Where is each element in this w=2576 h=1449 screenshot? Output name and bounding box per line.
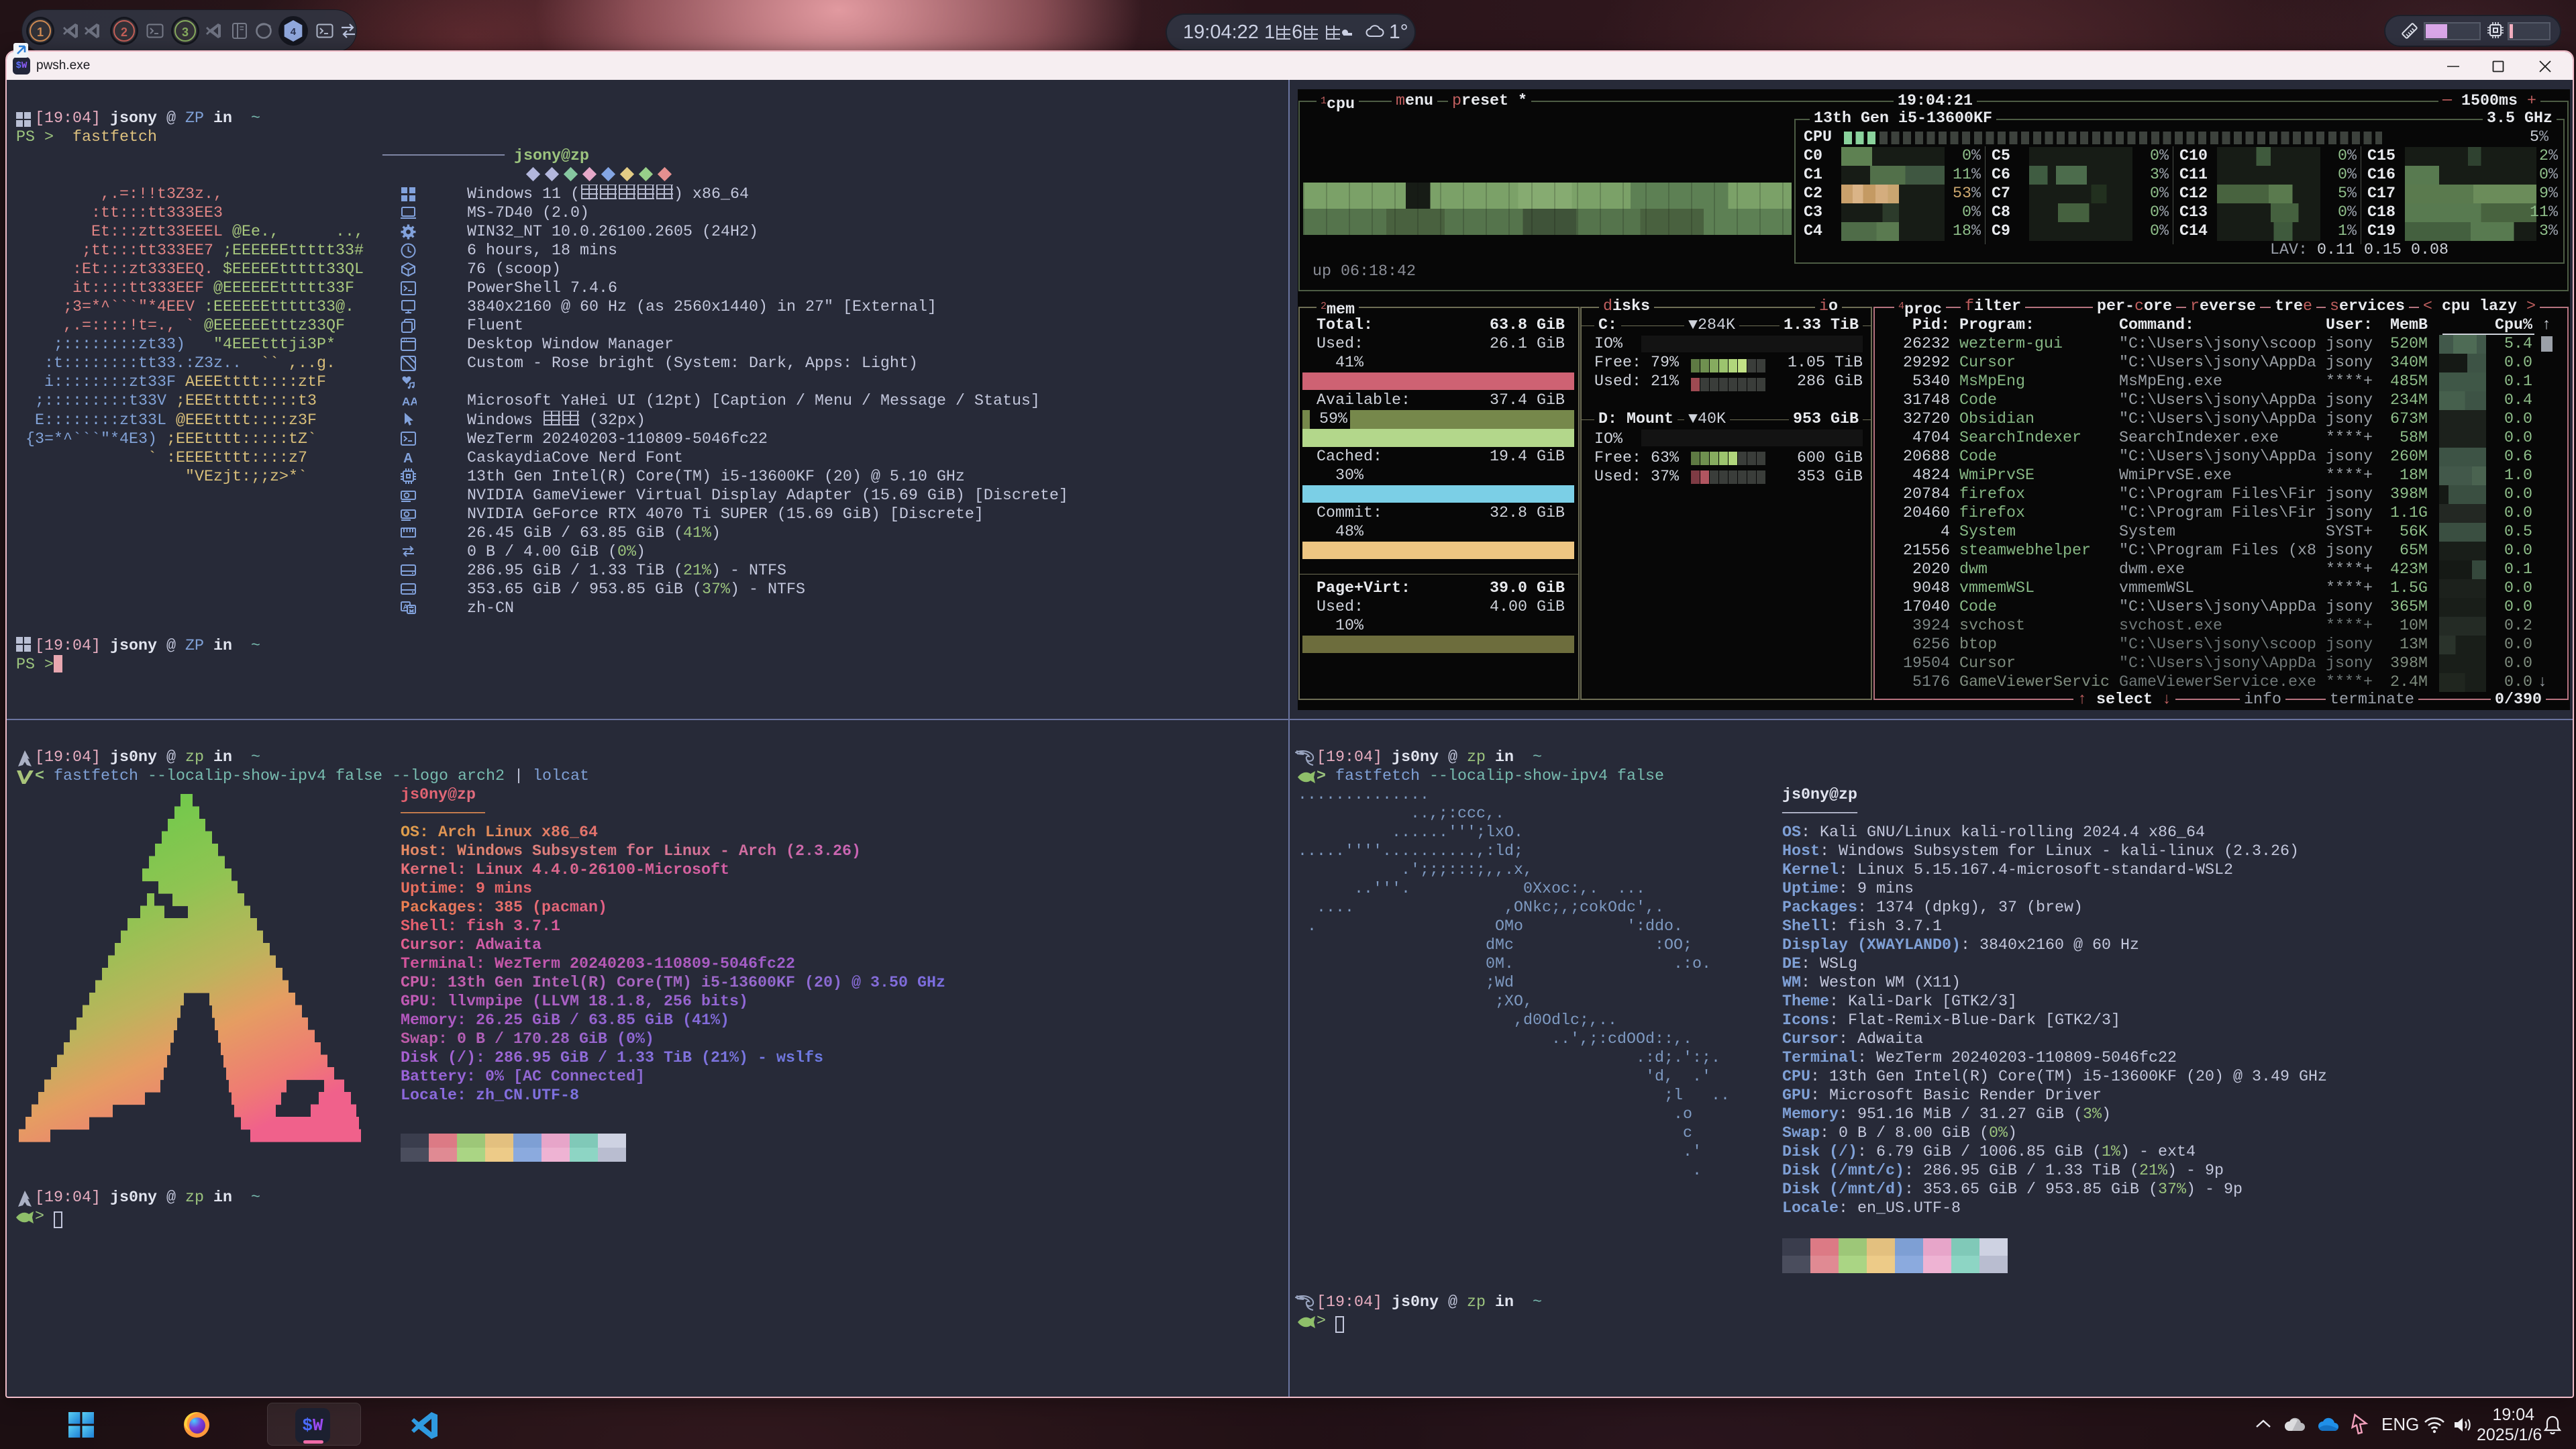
svg-text:A: A bbox=[403, 451, 413, 466]
svg-text:AA: AA bbox=[402, 395, 417, 408]
svg-text:4: 4 bbox=[291, 26, 297, 38]
